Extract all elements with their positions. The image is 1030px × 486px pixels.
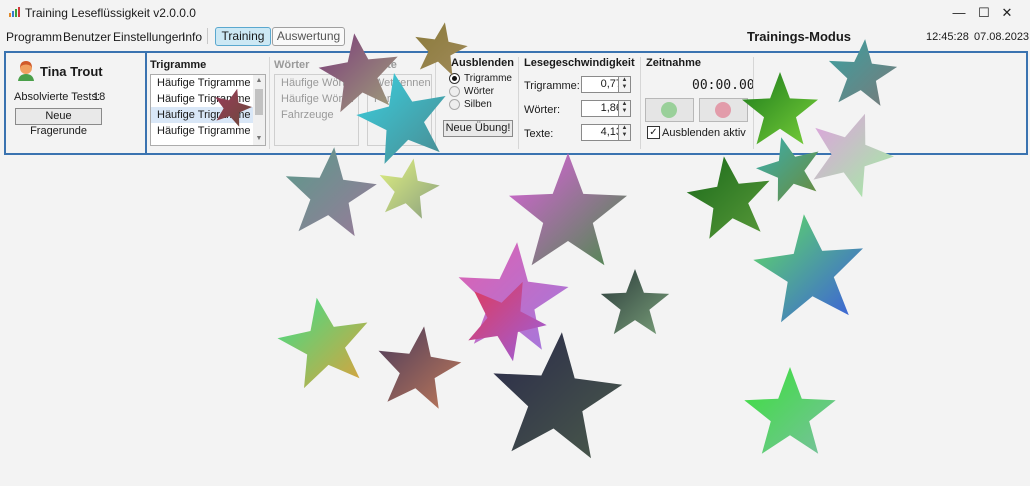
scroll-down-icon[interactable]: ▼: [254, 134, 264, 144]
texte-title: Texte: [369, 59, 397, 71]
window-title: Training Leseflüssigkeit v2.0.0.0: [25, 6, 196, 20]
menu-info[interactable]: Info: [182, 30, 202, 44]
stop-dot-icon: [715, 102, 731, 118]
close-button[interactable]: ✕: [984, 0, 1030, 26]
menu-bar: Programm Benutzer Einstellungen Info: [0, 26, 1030, 47]
app-icon: [9, 7, 20, 17]
section-divider: [518, 57, 519, 149]
section-divider: [640, 57, 641, 149]
woerter-title: Wörter: [274, 59, 310, 71]
tests-label: Absolvierte Tests:: [14, 91, 101, 103]
radio-woerter[interactable]: [449, 86, 460, 97]
trigramme-item-4[interactable]: Häufige Trigramme 4: [151, 123, 265, 139]
trigramme-item-3[interactable]: Häufige Trigramme 3: [151, 107, 265, 123]
star-icon: [509, 153, 627, 266]
trigramme-item-2[interactable]: Häufige Trigramme 2: [151, 91, 265, 107]
menu-programm[interactable]: Programm: [6, 30, 62, 44]
timer-display: 00:00.00: [692, 78, 755, 93]
hide-active-checkbox[interactable]: ✓: [647, 126, 660, 139]
tests-count: 18: [93, 91, 106, 103]
woerter-item-3[interactable]: Fahrzeuge: [275, 107, 358, 123]
scroll-thumb[interactable]: [255, 89, 263, 115]
texte-item-1[interactable]: Wettrennen Junge: [368, 75, 431, 91]
auswertung-mode-button[interactable]: Auswertung: [272, 27, 345, 46]
star-icon: [493, 332, 623, 459]
speed-woerter-spinner[interactable]: ▲ ▼: [618, 100, 631, 117]
mode-title: Trainings-Modus: [747, 29, 851, 44]
spin-down-icon[interactable]: ▼: [619, 108, 630, 115]
scroll-up-icon[interactable]: ▲: [254, 76, 264, 86]
radio-silben-label: Silben: [464, 99, 492, 110]
star-icon: [600, 269, 670, 335]
training-mode-button[interactable]: Training: [215, 27, 271, 46]
timer-title: Zeitnahme: [646, 57, 702, 69]
trigramme-list[interactable]: Häufige Trigramme 1 Häufige Trigramme 2 …: [150, 74, 266, 146]
woerter-list[interactable]: Häufige Wörter 1 Häufige Wörter 2 Fahrze…: [274, 74, 359, 146]
new-exercise-button[interactable]: Neue Übung!: [443, 120, 513, 137]
timer-start-button[interactable]: [645, 98, 694, 122]
section-divider: [753, 57, 754, 149]
hide-active-label: Ausblenden aktiv: [662, 127, 746, 139]
radio-woerter-label: Wörter: [464, 86, 494, 97]
radio-trigramme-label: Trigramme: [464, 73, 512, 84]
menu-benutzer[interactable]: Benutzer: [63, 30, 111, 44]
trigramme-title: Trigramme: [150, 59, 207, 71]
speed-trigramme-label: Trigramme:: [524, 80, 580, 92]
user-name: Tina Trout: [40, 64, 103, 79]
title-bar: Training Leseflüssigkeit v2.0.0.0 — ☐ ✕: [0, 0, 1030, 26]
radio-silben[interactable]: [449, 99, 460, 110]
section-divider: [435, 57, 436, 149]
section-divider: [269, 57, 270, 149]
woerter-item-1[interactable]: Häufige Wörter 1: [275, 75, 358, 91]
speed-title: Lesegeschwindigkeit: [524, 57, 635, 69]
texte-list[interactable]: Wettrennen Junge Ferien: [367, 74, 432, 146]
speed-trigramme-spinner[interactable]: ▲ ▼: [618, 76, 631, 93]
ausblenden-title: Ausblenden: [451, 57, 514, 69]
spin-down-icon[interactable]: ▼: [619, 132, 630, 139]
spin-up-icon[interactable]: ▲: [619, 77, 630, 84]
timer-stop-button[interactable]: [699, 98, 748, 122]
star-icon: [277, 297, 368, 389]
star-icon: [468, 281, 547, 362]
clock-time: 12:45:28: [926, 31, 969, 43]
menu-einstellungen[interactable]: Einstellungen: [113, 30, 185, 44]
spin-up-icon[interactable]: ▲: [619, 101, 630, 108]
star-icon: [378, 326, 462, 409]
speed-woerter-label: Wörter:: [524, 104, 561, 116]
star-icon: [686, 156, 770, 239]
start-dot-icon: [661, 102, 677, 118]
speed-texte-label: Texte:: [524, 128, 554, 140]
speed-texte-spinner[interactable]: ▲ ▼: [618, 124, 631, 141]
trigramme-item-1[interactable]: Häufige Trigramme 1: [151, 75, 265, 91]
user-avatar-icon: [18, 61, 34, 81]
menu-separator: [207, 28, 208, 44]
clock-date: 07.08.2023: [974, 31, 1030, 43]
control-panel: Tina Trout Absolvierte Tests: 18 Neue Fr…: [4, 51, 1028, 155]
star-icon: [744, 367, 836, 454]
star-icon: [458, 242, 569, 350]
trigramme-scrollbar[interactable]: ▲ ▼: [253, 75, 265, 145]
star-icon: [753, 214, 863, 323]
section-divider: [145, 53, 147, 153]
texte-item-2[interactable]: Ferien: [368, 91, 431, 107]
spin-up-icon[interactable]: ▲: [619, 125, 630, 132]
radio-trigramme[interactable]: [449, 73, 460, 84]
star-icon: [285, 147, 377, 237]
new-round-button[interactable]: Neue Fragerunde: [15, 108, 102, 137]
spin-down-icon[interactable]: ▼: [619, 84, 630, 91]
woerter-item-2[interactable]: Häufige Wörter 2: [275, 91, 358, 107]
star-icon: [379, 158, 440, 219]
